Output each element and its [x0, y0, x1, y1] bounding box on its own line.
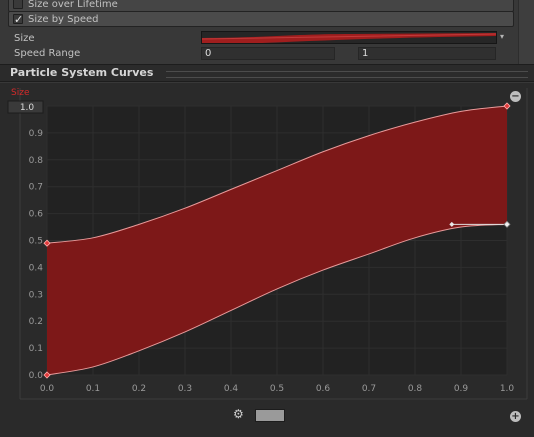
curves-header[interactable]: Particle System Curves — [0, 64, 534, 82]
size-over-lifetime-checkbox[interactable] — [13, 0, 23, 9]
checkmark-icon: ✓ — [14, 13, 24, 26]
y-tick-label: 0.1 — [29, 344, 43, 354]
curve-size-label: Size — [11, 88, 30, 98]
y-tick-label: 0.6 — [29, 210, 44, 220]
curves-title: Particle System Curves — [10, 66, 154, 79]
size-curve-preview — [202, 33, 496, 43]
module-label: Size by Speed — [28, 14, 99, 25]
x-tick-label: 0.9 — [454, 384, 469, 394]
y-tick-label: 0.9 — [29, 129, 44, 139]
size-by-speed-checkbox[interactable]: ✓ — [13, 13, 24, 26]
module-size-by-speed[interactable]: ✓ Size by Speed — [8, 11, 514, 27]
x-tick-label: 0.2 — [132, 384, 146, 394]
y-tick-label: 0.8 — [29, 156, 44, 166]
y-tick-label: 0.5 — [29, 237, 43, 247]
resize-grip[interactable] — [166, 71, 528, 78]
x-tick-label: 0.1 — [86, 384, 100, 394]
x-tick-label: 0.7 — [362, 384, 376, 394]
plus-circle-icon[interactable]: + — [510, 411, 521, 422]
module-label: Size over Lifetime — [28, 0, 118, 10]
gear-icon[interactable]: ⚙ — [233, 407, 244, 421]
speed-range-min-field[interactable]: 0 — [201, 47, 335, 60]
x-tick-label: 0.8 — [408, 384, 423, 394]
dropdown-arrow-icon[interactable]: ▾ — [500, 32, 504, 41]
y-tick-label: 0.4 — [29, 263, 44, 273]
y-tick-label: 0.0 — [29, 371, 44, 381]
x-tick-label: 0.6 — [316, 384, 331, 394]
y-tick-label: 0.7 — [29, 183, 43, 193]
x-tick-label: 0.4 — [224, 384, 239, 394]
size-curve-field[interactable] — [201, 31, 497, 44]
speed-range-max-field[interactable]: 1 — [358, 47, 496, 60]
y-tick-label: 0.3 — [29, 290, 43, 300]
size-property-label: Size — [14, 33, 35, 44]
x-tick-label: 0.0 — [40, 384, 55, 394]
x-tick-label: 0.5 — [270, 384, 284, 394]
curve-graph[interactable]: 0.0 0.1 0.2 0.3 0.4 0.5 0.6 0.7 0.8 0.9 0.0 0.1 0.2… — [0, 83, 534, 437]
curve-editor-panel: 0.0 0.1 0.2 0.3 0.4 0.5 0.6 0.7 0.8 0.9 0.0 0.1 0.2… — [0, 83, 534, 437]
inspector-scrollbar[interactable] — [518, 0, 534, 64]
minus-circle-icon[interactable]: − — [510, 91, 521, 102]
x-tick-label: 1.0 — [500, 384, 515, 394]
x-tick-label: 0.3 — [178, 384, 192, 394]
y-tick-label: 0.2 — [29, 317, 43, 327]
y-max-field[interactable]: 1.0 — [20, 103, 35, 113]
speed-range-label: Speed Range — [14, 48, 81, 59]
curve-preset-swatch[interactable] — [255, 409, 285, 422]
